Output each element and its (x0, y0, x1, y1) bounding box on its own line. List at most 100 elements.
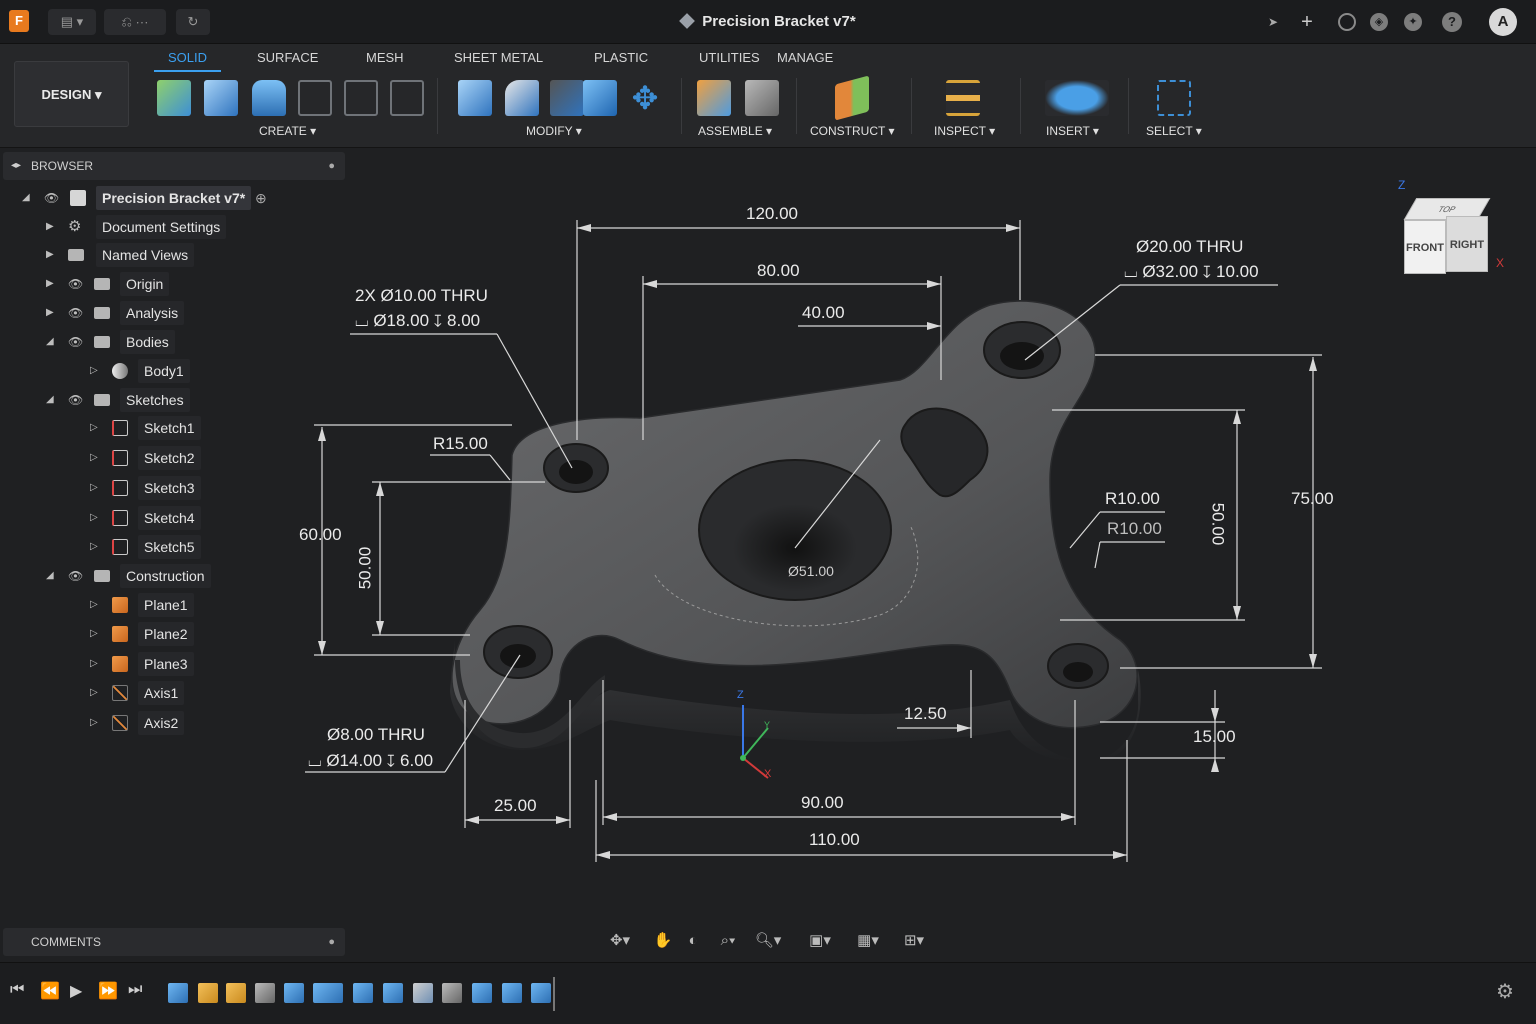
expand-triangle-icon[interactable]: ◢ (46, 564, 56, 588)
sweep-icon[interactable] (298, 80, 332, 116)
timeline-feature-icon[interactable] (313, 983, 343, 1003)
expand-triangle-icon[interactable]: ▷ (90, 593, 100, 617)
timeline-feature-icon[interactable] (353, 983, 373, 1003)
tree-root[interactable]: ◢ 👁 Precision Bracket v7* ⊕ (0, 186, 345, 210)
dim-90[interactable]: 90.00 (801, 793, 844, 813)
dim-15[interactable]: 15.00 (1193, 727, 1236, 747)
dim-50-left[interactable]: 50.00 (355, 547, 375, 590)
tab-sheet-metal[interactable]: SHEET METAL (454, 50, 543, 72)
user-avatar[interactable]: A (1489, 8, 1517, 36)
offset-plane-icon[interactable] (835, 75, 869, 121)
zoom-icon[interactable]: ⌕▾ (710, 930, 746, 952)
pin-panel-icon[interactable]: ● (328, 152, 335, 180)
look-at-icon[interactable]: ◐ (678, 930, 708, 952)
pin-icon[interactable]: ➤ (1262, 11, 1284, 33)
expand-triangle-icon[interactable]: ◢ (46, 330, 56, 354)
dim-25[interactable]: 25.00 (494, 796, 537, 816)
viewcube[interactable]: TOP FRONT RIGHT Z X (1398, 178, 1504, 280)
extensions-icon[interactable]: ◈ (1370, 13, 1388, 31)
tab-surface[interactable]: SURFACE (257, 50, 318, 72)
timeline-feature-icon[interactable] (413, 983, 433, 1003)
new-joint-icon[interactable] (697, 80, 731, 116)
dim-60[interactable]: 60.00 (299, 525, 342, 545)
viewcube-front-face[interactable]: FRONT (1404, 220, 1446, 274)
fillet-icon[interactable] (505, 80, 539, 116)
new-component-icon[interactable] (157, 80, 191, 116)
timeline-sketch-icon[interactable] (226, 983, 246, 1003)
timeline-feature-icon[interactable] (383, 983, 403, 1003)
expand-triangle-icon[interactable]: ▶ (46, 301, 56, 325)
create-group-menu[interactable]: CREATE ▾ (259, 124, 316, 138)
tab-solid[interactable]: SOLID (154, 50, 222, 72)
comments-panel-header[interactable]: COMMENTS ● (3, 928, 345, 956)
timeline-settings-gear-icon[interactable]: ⚙ (1496, 979, 1514, 1004)
extrude-icon[interactable] (204, 80, 238, 116)
timeline-feature-icon[interactable] (502, 983, 522, 1003)
hole-callout-right-line2[interactable]: ⌴ Ø32.00 ↧ 10.00 (1124, 262, 1259, 282)
move-copy-icon[interactable]: ✥ (628, 80, 662, 116)
assemble-group-menu[interactable]: ASSEMBLE ▾ (698, 124, 772, 138)
hole-callout-bottom-line1[interactable]: Ø8.00 THRU (327, 725, 425, 745)
hole-callout-right-line1[interactable]: Ø20.00 THRU (1136, 237, 1243, 257)
dim-110[interactable]: 110.00 (809, 830, 860, 850)
loft-icon[interactable] (344, 80, 378, 116)
visibility-eye-icon[interactable]: 👁 (44, 186, 59, 210)
pin-panel-icon[interactable]: ● (328, 928, 335, 956)
dim-40[interactable]: 40.00 (802, 303, 845, 323)
timeline-last-icon[interactable]: ⏭ (128, 981, 142, 999)
expand-triangle-icon[interactable]: ▷ (90, 416, 100, 440)
visibility-eye-icon[interactable]: 👁 (68, 564, 83, 588)
expand-triangle-icon[interactable]: ▶ (46, 272, 56, 296)
dim-r10-a[interactable]: R10.00 (1105, 489, 1160, 509)
timeline-sketch-icon[interactable] (198, 983, 218, 1003)
dim-75[interactable]: 75.00 (1291, 489, 1334, 509)
expand-triangle-icon[interactable]: ▷ (90, 359, 100, 383)
hole-callout-bottom-line2[interactable]: ⌴ Ø14.00 ↧ 6.00 (308, 751, 433, 771)
visibility-eye-icon[interactable]: 👁 (68, 272, 83, 296)
dim-80[interactable]: 80.00 (757, 261, 800, 281)
shell-icon[interactable] (583, 80, 617, 116)
help-icon[interactable]: ? (1442, 12, 1462, 32)
timeline-feature-icon[interactable] (472, 983, 492, 1003)
timeline-feature-icon[interactable] (531, 983, 551, 1003)
expand-triangle-icon[interactable]: ▷ (90, 446, 100, 470)
new-tab-plus-icon[interactable]: + (1296, 11, 1318, 33)
dim-12-5[interactable]: 12.50 (904, 704, 947, 724)
tab-mesh[interactable]: MESH (366, 50, 404, 72)
pan-icon[interactable]: ✋ (648, 930, 678, 952)
dim-r15[interactable]: R15.00 (433, 434, 488, 454)
select-group-menu[interactable]: SELECT ▾ (1146, 124, 1202, 138)
canvas-viewport[interactable]: Z X Y TOP FRONT RIGHT Z X 120.00 80.00 4… (0, 148, 1536, 962)
revolve-icon[interactable] (252, 80, 286, 116)
visibility-eye-icon[interactable]: 👁 (68, 330, 83, 354)
viewcube-right-face[interactable]: RIGHT (1446, 216, 1488, 272)
as-built-joint-icon[interactable] (745, 80, 779, 116)
modify-group-menu[interactable]: MODIFY ▾ (526, 124, 582, 138)
expand-triangle-icon[interactable]: ▷ (90, 622, 100, 646)
insert-canvas-icon[interactable] (1045, 80, 1109, 116)
expand-triangle-icon[interactable]: ▷ (90, 535, 100, 559)
browser-panel-header[interactable]: ◂▸ BROWSER ● (3, 152, 345, 180)
timeline-play-icon[interactable]: ▶ (70, 981, 82, 1001)
grid-settings-icon[interactable]: ▦▾ (848, 930, 888, 952)
fit-icon[interactable]: 🔍︎▾ (750, 930, 786, 952)
expand-triangle-icon[interactable]: ▷ (90, 652, 100, 676)
tab-manage[interactable]: MANAGE (777, 50, 833, 72)
tab-utilities[interactable]: UTILITIES (699, 50, 760, 72)
hole-callout-left-line2[interactable]: ⌴ Ø18.00 ↧ 8.00 (355, 311, 480, 331)
timeline-first-icon[interactable]: ⏮ (10, 981, 24, 999)
rib-icon[interactable] (390, 80, 424, 116)
job-status-icon[interactable] (1338, 13, 1356, 31)
orbit-icon[interactable]: ✥▾ (600, 930, 640, 952)
timeline-next-icon[interactable]: ⏩ (98, 981, 118, 1001)
expand-triangle-icon[interactable]: ▶ (46, 243, 56, 267)
notifications-icon[interactable]: ✦ (1404, 13, 1422, 31)
display-settings-icon[interactable]: ▣▾ (800, 930, 840, 952)
timeline-feature-icon[interactable] (255, 983, 275, 1003)
inspect-group-menu[interactable]: INSPECT ▾ (934, 124, 995, 138)
timeline-feature-icon[interactable] (168, 983, 188, 1003)
timeline-feature-icon[interactable] (284, 983, 304, 1003)
timeline-marker[interactable] (553, 977, 555, 1011)
selection-box-icon[interactable] (1157, 80, 1191, 116)
timeline-previous-icon[interactable]: ⏪ (40, 981, 60, 1001)
